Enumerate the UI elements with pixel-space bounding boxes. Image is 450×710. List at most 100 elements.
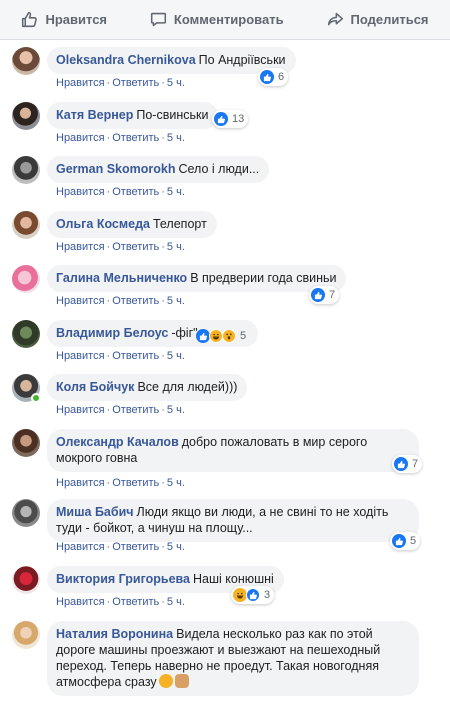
avatar[interactable] <box>12 102 40 130</box>
comment-timestamp[interactable]: 5 ч. <box>167 404 185 416</box>
like-reaction-icon <box>311 288 325 302</box>
comment-item: Владимир Белоус -фiг" 5 Нравится · Ответить… <box>12 320 442 362</box>
comment-author[interactable]: Катя Вернер <box>56 108 133 122</box>
avatar[interactable] <box>12 211 40 239</box>
online-status-dot <box>31 393 41 403</box>
comment-reply-link[interactable]: Ответить <box>112 77 159 89</box>
comment-reply-link[interactable]: Ответить <box>112 186 159 198</box>
comment-reply-link[interactable]: Ответить <box>112 350 159 362</box>
comment-meta: Нравится · Ответить · 5 ч. <box>56 132 185 144</box>
comment-text: Телепорт <box>152 217 207 231</box>
avatar[interactable] <box>12 320 40 348</box>
haha-reaction-icon <box>209 329 223 343</box>
like-reaction-icon <box>246 588 260 602</box>
comment-like-link[interactable]: Нравится <box>56 132 105 144</box>
comment-meta: Нравится · Ответить · 5 ч. <box>56 77 185 89</box>
comment-timestamp[interactable]: 5 ч. <box>167 241 185 253</box>
reaction-summary[interactable]: 7 <box>392 455 423 473</box>
comment-author[interactable]: Виктория Григорьева <box>56 572 190 586</box>
comment-item: German Skomorokh Село і люди... Нравится ·… <box>12 156 442 198</box>
comment-reply-link[interactable]: Ответить <box>112 596 159 608</box>
comment-like-link[interactable]: Нравится <box>56 295 105 307</box>
comment-bubble: Олександр Качалов добро пожаловать в мир … <box>47 429 419 472</box>
comment-text: Наші конюшні <box>193 572 274 586</box>
comment-item: Коля Бойчук Все для людей))) Нравится · Отв… <box>12 374 442 416</box>
haha-reaction-icon <box>233 588 247 602</box>
comment-like-link[interactable]: Нравится <box>56 541 105 553</box>
comment-author[interactable]: Коля Бойчук <box>56 380 134 394</box>
comment-timestamp[interactable]: 5 ч. <box>167 186 185 198</box>
wow-reaction-icon <box>222 329 236 343</box>
comment-timestamp[interactable]: 5 ч. <box>167 350 185 362</box>
like-reaction-icon <box>392 534 406 548</box>
share-button-label: Поделиться <box>350 12 429 27</box>
avatar[interactable] <box>12 621 40 649</box>
comment-meta: Нравится · Ответить · 5 ч. <box>56 295 185 307</box>
reaction-summary[interactable]: 5 <box>390 532 421 550</box>
comment-like-link[interactable]: Нравится <box>56 186 105 198</box>
comment-like-link[interactable]: Нравится <box>56 404 105 416</box>
avatar[interactable] <box>12 429 40 457</box>
comment-like-link[interactable]: Нравится <box>56 350 105 362</box>
comment-author[interactable]: Наталия Воронина <box>56 627 173 641</box>
comment-meta: Нравится · Ответить · 5 ч. <box>56 350 185 362</box>
avatar[interactable] <box>12 374 41 403</box>
reaction-summary[interactable]: 5 <box>194 327 250 345</box>
like-button[interactable]: Нравится <box>21 11 107 28</box>
clapping-hands-emoji-icon <box>174 674 189 688</box>
comment-author[interactable]: Миша Бабич <box>56 505 134 519</box>
comment-author[interactable]: German Skomorokh <box>56 162 175 176</box>
comment-text: Все для людей))) <box>137 380 238 394</box>
like-reaction-icon <box>196 329 210 343</box>
comment-author[interactable]: Ольга Космеда <box>56 217 150 231</box>
share-button[interactable]: Поделиться <box>327 11 429 28</box>
comment-reply-link[interactable]: Ответить <box>112 295 159 307</box>
comment-meta: Нравится · Ответить · 5 ч. <box>56 541 185 553</box>
comment-reply-link[interactable]: Ответить <box>112 477 159 489</box>
comment-timestamp[interactable]: 5 ч. <box>167 541 185 553</box>
comment-reply-link[interactable]: Ответить <box>112 132 159 144</box>
reaction-summary[interactable]: 7 <box>309 286 340 304</box>
comment-author[interactable]: Олександр Качалов <box>56 435 179 449</box>
reaction-summary[interactable]: 13 <box>212 110 249 128</box>
reaction-count: 5 <box>410 535 417 547</box>
comment-author[interactable]: Oleksandra Chernikova <box>56 53 196 67</box>
comment-reply-link[interactable]: Ответить <box>112 241 159 253</box>
comment-author[interactable]: Владимир Белоус <box>56 326 168 340</box>
comment-author[interactable]: Галина Мельниченко <box>56 271 187 285</box>
reaction-count: 6 <box>278 71 285 83</box>
reaction-count: 13 <box>232 113 245 125</box>
avatar-wrapper <box>12 374 42 404</box>
reaction-summary[interactable]: 3 <box>231 586 275 604</box>
share-icon <box>327 12 343 26</box>
comment-item: Наталия Воронина Видела несколько раз как… <box>12 621 442 696</box>
comment-reply-link[interactable]: Ответить <box>112 404 159 416</box>
reaction-summary[interactable]: 6 <box>258 68 289 86</box>
like-reaction-icon <box>214 112 228 126</box>
comment-bubble: German Skomorokh Село і люди... <box>47 156 270 183</box>
comment-meta: Нравится · Ответить · 5 ч. <box>56 596 185 608</box>
comment-like-link[interactable]: Нравится <box>56 477 105 489</box>
comment-meta: Нравится · Ответить · 5 ч. <box>56 241 185 253</box>
comment-bubble: Миша Бабич Люди якщо ви люди, а не свині … <box>47 499 419 542</box>
comment-timestamp[interactable]: 5 ч. <box>167 477 185 489</box>
comment-button[interactable]: Комментировать <box>150 11 284 28</box>
avatar[interactable] <box>12 265 40 293</box>
avatar[interactable] <box>12 499 40 527</box>
comment-like-link[interactable]: Нравится <box>56 241 105 253</box>
reaction-count: 7 <box>412 458 419 470</box>
avatar[interactable] <box>12 566 40 594</box>
comment-like-link[interactable]: Нравится <box>56 596 105 608</box>
comment-timestamp[interactable]: 5 ч. <box>167 132 185 144</box>
comment-timestamp[interactable]: 5 ч. <box>167 77 185 89</box>
comment-reply-link[interactable]: Ответить <box>112 541 159 553</box>
comment-like-link[interactable]: Нравится <box>56 77 105 89</box>
comment-timestamp[interactable]: 5 ч. <box>167 295 185 307</box>
avatar[interactable] <box>12 47 40 75</box>
comment-timestamp[interactable]: 5 ч. <box>167 596 185 608</box>
comment-bubble: Галина Мельниченко В предверии года свинь… <box>47 265 347 292</box>
comment-meta: Нравится · Ответить · 5 ч. <box>56 404 185 416</box>
comment-text: По Андріївськи <box>198 53 286 67</box>
avatar[interactable] <box>12 156 40 184</box>
comment-meta: Нравится · Ответить · 5 ч. <box>56 477 185 489</box>
